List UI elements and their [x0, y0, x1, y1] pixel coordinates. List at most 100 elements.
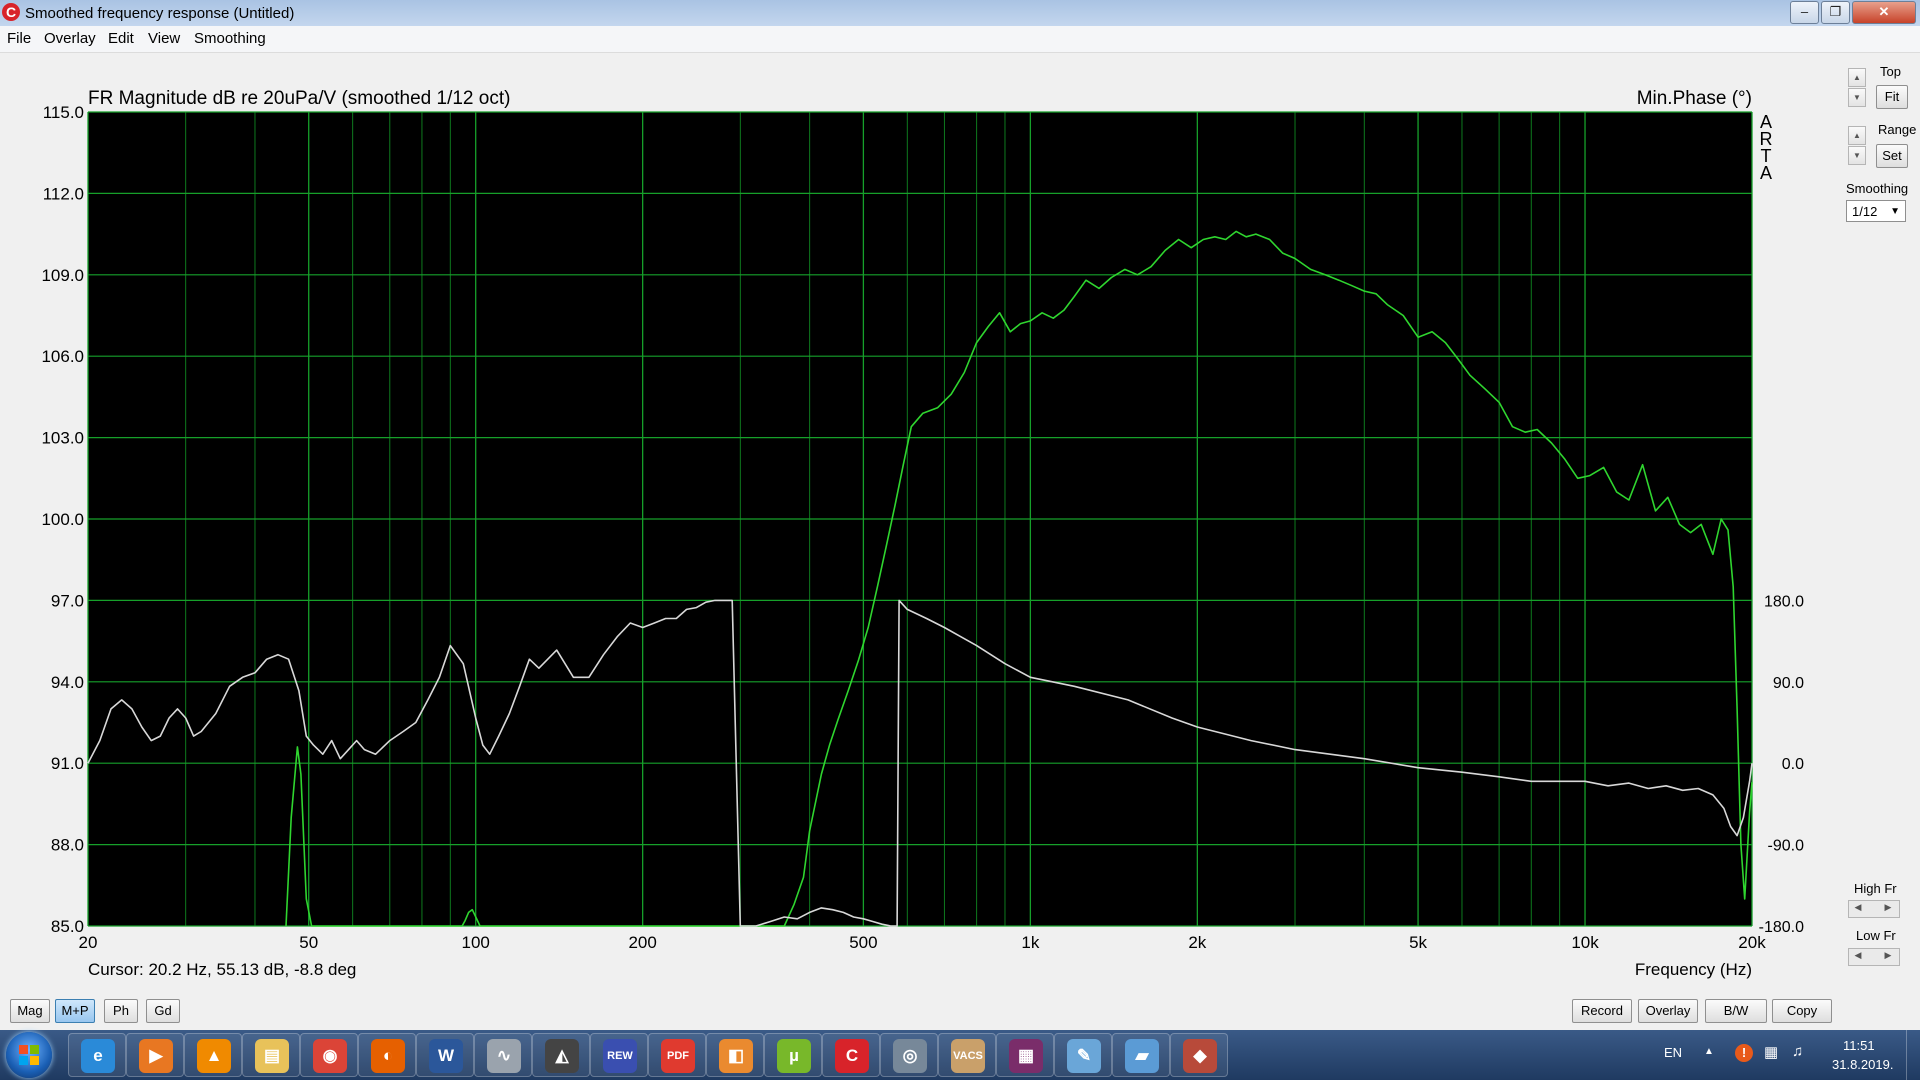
y-tick-label: 103.0 [41, 429, 84, 448]
winrar-icon: ▦ [1009, 1039, 1043, 1073]
internet-explorer-icon: e [81, 1039, 115, 1073]
smoothing-select[interactable]: 1/12 ▼ [1846, 200, 1906, 222]
left-arrow-icon[interactable]: ◀ [1851, 902, 1865, 913]
windows-logo-icon [19, 1045, 39, 1065]
record-button[interactable]: Record [1572, 999, 1632, 1023]
overlay-button[interactable]: Overlay [1638, 999, 1698, 1023]
book-app-icon: ▰ [1125, 1039, 1159, 1073]
y2-tick-label: 0.0 [1782, 756, 1804, 773]
menu-smoothing[interactable]: Smoothing [194, 30, 266, 47]
bottom-button-bar: Mag M+P Ph Gd Record Overlay B/W Copy [0, 995, 1920, 1027]
top-up-arrow-icon[interactable]: ▲ [1848, 68, 1866, 87]
range-down-arrow-icon[interactable]: ▼ [1848, 146, 1866, 165]
internet-explorer-taskbar-button[interactable]: e [68, 1033, 126, 1077]
x-tick-label: 500 [849, 933, 877, 952]
word-icon: W [429, 1039, 463, 1073]
chrome-icon: ◉ [313, 1039, 347, 1073]
chevron-down-icon: ▼ [1890, 206, 1900, 217]
language-indicator[interactable]: EN [1664, 1045, 1682, 1060]
arta-c-icon: C [2, 3, 20, 21]
phase-button[interactable]: Ph [104, 999, 138, 1023]
impulse-app-taskbar-button[interactable]: ∿ [474, 1033, 532, 1077]
winrar-taskbar-button[interactable]: ▦ [996, 1033, 1054, 1077]
slides-taskbar-button[interactable]: ◧ [706, 1033, 764, 1077]
start-button[interactable] [6, 1032, 52, 1078]
vacs-icon: VACS [951, 1039, 985, 1073]
impulse-app-icon: ∿ [487, 1039, 521, 1073]
arta-taskbar-button[interactable]: C [822, 1033, 880, 1077]
menu-file[interactable]: File [7, 30, 31, 47]
paint-taskbar-button[interactable]: ✎ [1054, 1033, 1112, 1077]
group-delay-button[interactable]: Gd [146, 999, 180, 1023]
clock-date[interactable]: 31.8.2019. [1832, 1057, 1893, 1072]
warning-icon[interactable]: ! [1735, 1044, 1753, 1062]
firefox-icon: ◐ [371, 1039, 405, 1073]
network-icon[interactable]: ▦ [1764, 1043, 1778, 1061]
right-control-panel: ▲ ▼ Top Fit ▲ ▼ Range Set Smoothing 1/12… [1836, 58, 1920, 990]
vlc-taskbar-button[interactable]: ▲ [184, 1033, 242, 1077]
right-arrow-icon[interactable]: ▶ [1881, 950, 1895, 961]
menu-overlay[interactable]: Overlay [44, 30, 96, 47]
right-axis-title: Min.Phase (°) [1637, 88, 1752, 109]
volume-icon[interactable]: ♫ [1792, 1043, 1803, 1060]
mag-phase-button[interactable]: M+P [55, 999, 95, 1023]
show-hidden-icons-icon[interactable]: ▲ [1704, 1046, 1714, 1057]
book-app-taskbar-button[interactable]: ▰ [1112, 1033, 1170, 1077]
bw-button[interactable]: B/W [1705, 999, 1767, 1023]
pdf-taskbar-button[interactable]: PDF [648, 1033, 706, 1077]
y2-tick-label: -90.0 [1768, 838, 1805, 855]
y-tick-label: 91.0 [51, 754, 84, 773]
y-tick-label: 112.0 [43, 184, 84, 203]
rew-taskbar-button[interactable]: REW [590, 1033, 648, 1077]
menu-edit[interactable]: Edit [108, 30, 134, 47]
3d-app-taskbar-button[interactable]: ◆ [1170, 1033, 1228, 1077]
range-up-arrow-icon[interactable]: ▲ [1848, 126, 1866, 145]
x-tick-label: 1k [1021, 933, 1039, 952]
maximize-icon[interactable]: ❐ [1821, 1, 1850, 24]
cat-app-icon: ◭ [545, 1039, 579, 1073]
chrome-taskbar-button[interactable]: ◉ [300, 1033, 358, 1077]
cat-app-taskbar-button[interactable]: ◭ [532, 1033, 590, 1077]
3d-app-icon: ◆ [1183, 1039, 1217, 1073]
high-fr-scroll[interactable]: ◀ ▶ [1848, 900, 1900, 918]
firefox-taskbar-button[interactable]: ◐ [358, 1033, 416, 1077]
left-arrow-icon[interactable]: ◀ [1851, 950, 1865, 961]
clock-time[interactable]: 11:51 [1843, 1038, 1875, 1053]
utorrent-icon: µ [777, 1039, 811, 1073]
eye-app-taskbar-button[interactable]: ◎ [880, 1033, 938, 1077]
fit-button[interactable]: Fit [1876, 85, 1908, 109]
menu-view[interactable]: View [148, 30, 180, 47]
close-icon[interactable]: ✕ [1852, 1, 1916, 24]
mag-button[interactable]: Mag [10, 999, 50, 1023]
media-player-taskbar-button[interactable]: ▶ [126, 1033, 184, 1077]
y-tick-label: 97.0 [51, 591, 84, 610]
set-button[interactable]: Set [1876, 144, 1908, 168]
x-tick-label: 20 [79, 933, 98, 952]
minimize-icon[interactable]: – [1790, 1, 1819, 24]
show-desktop-button[interactable] [1906, 1030, 1920, 1080]
x-tick-label: 2k [1188, 933, 1206, 952]
right-arrow-icon[interactable]: ▶ [1881, 902, 1895, 913]
media-player-icon: ▶ [139, 1039, 173, 1073]
y-tick-label: 88.0 [51, 836, 84, 855]
top-label: Top [1880, 64, 1901, 79]
x-tick-label: 20k [1738, 933, 1766, 952]
arta-watermark: ARTA [1760, 112, 1773, 183]
file-explorer-icon: ▤ [255, 1039, 289, 1073]
vacs-taskbar-button[interactable]: VACS [938, 1033, 996, 1077]
chart-area[interactable]: 115.0 112.0 109.0 106.0 103.0 100.0 97.0 94.0 91… [8, 58, 1832, 990]
low-fr-label: Low Fr [1856, 928, 1896, 943]
utorrent-taskbar-button[interactable]: µ [764, 1033, 822, 1077]
frequency-response-chart[interactable]: 115.0 112.0 109.0 106.0 103.0 100.0 97.0 94.0 91… [8, 58, 1832, 990]
title-bar: C Smoothed frequency response (Untitled)… [0, 0, 1920, 26]
y-tick-label: 106.0 [41, 347, 84, 366]
file-explorer-taskbar-button[interactable]: ▤ [242, 1033, 300, 1077]
top-down-arrow-icon[interactable]: ▼ [1848, 88, 1866, 107]
low-fr-scroll[interactable]: ◀ ▶ [1848, 948, 1900, 966]
copy-button[interactable]: Copy [1772, 999, 1832, 1023]
high-fr-label: High Fr [1854, 881, 1897, 896]
word-taskbar-button[interactable]: W [416, 1033, 474, 1077]
y-tick-label: 115.0 [43, 103, 84, 122]
y-tick-label: 94.0 [51, 673, 84, 692]
y2-tick-label: 180.0 [1764, 593, 1804, 610]
